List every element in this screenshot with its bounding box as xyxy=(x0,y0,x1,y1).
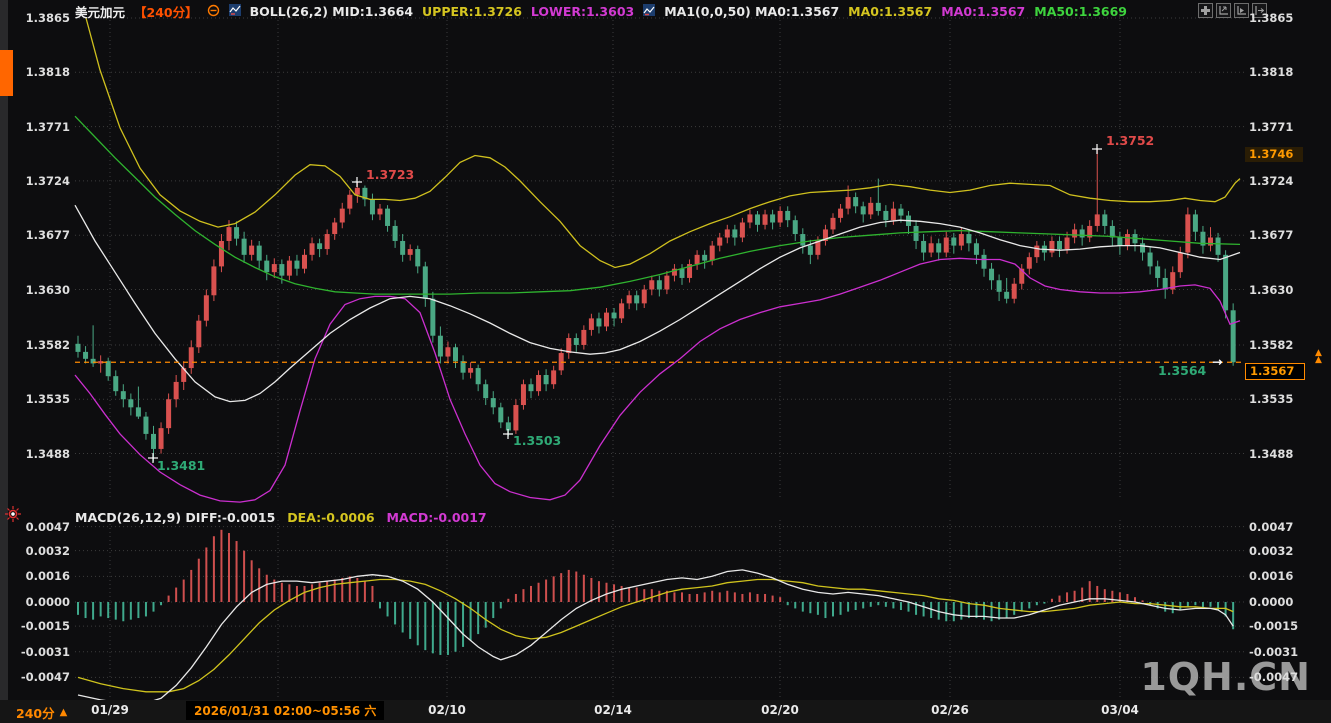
price-axis-label-right: 1.3582 xyxy=(1249,338,1293,352)
macd-axis-label-left: 0.0000 xyxy=(6,595,70,609)
boll-indicator-icon[interactable] xyxy=(229,4,241,19)
macd-axis-label-right: -0.0047 xyxy=(1249,670,1298,684)
fit-axes-icon[interactable] xyxy=(1216,3,1231,18)
macd-axis-label-right: 0.0047 xyxy=(1249,520,1293,534)
futures-trading-chart-app: 美元加元 【240分】 BOLL(26,2) MID:1.3664 UPPER:… xyxy=(0,0,1331,723)
price-axis-label-right: 1.3818 xyxy=(1249,65,1293,79)
crosshair-date-tooltip: 2026/01/31 02:00~05:56 六 xyxy=(186,701,384,720)
symbol-name: 美元加元 xyxy=(75,2,125,21)
playback-icon[interactable] xyxy=(1234,3,1249,18)
boll-lower-value: LOWER:1.3603 xyxy=(531,4,634,19)
ma-main-values: MA1(0,0,50) MA0:1.3567 xyxy=(664,4,839,19)
ma0-yellow-value: MA0:1.3567 xyxy=(848,4,932,19)
macd-axis-label-right: 0.0000 xyxy=(1249,595,1293,609)
price-axis-label-left: 1.3865 xyxy=(6,11,70,25)
scroll-to-latest-icon[interactable]: ▲▲ xyxy=(1315,350,1322,364)
macd-axis-label-left: -0.0015 xyxy=(6,619,70,633)
timeframe-status[interactable]: 240分 ▲ xyxy=(16,703,67,722)
price-axis-label-left: 1.3818 xyxy=(6,65,70,79)
boll-upper-value: UPPER:1.3726 xyxy=(422,4,522,19)
price-axis-label-left: 1.3771 xyxy=(6,120,70,134)
date-axis-label: 03/04 xyxy=(1090,703,1150,717)
price-axis-label-left: 1.3677 xyxy=(6,228,70,242)
price-axis-label-left: 1.3582 xyxy=(6,338,70,352)
date-axis-label: 02/20 xyxy=(750,703,810,717)
chart-annotation: 1.3752 xyxy=(1106,134,1154,148)
trend-up-arrow-icon: ▲ xyxy=(60,707,68,718)
date-axis-label: 01/29 xyxy=(80,703,140,717)
macd-value: MACD:-0.0017 xyxy=(387,510,487,525)
timeframe-label: 240分 xyxy=(16,703,55,722)
chart-annotation: → xyxy=(1212,355,1222,369)
chart-annotation: 1.3564 xyxy=(1158,364,1206,378)
move-layout-icon[interactable] xyxy=(1198,3,1213,18)
last-price-tag: 1.3567 xyxy=(1245,363,1305,380)
price-axis-label-right: 1.3677 xyxy=(1249,228,1293,242)
period-label[interactable]: 【240分】 xyxy=(134,2,198,21)
price-axis-label-left: 1.3630 xyxy=(6,283,70,297)
price-axis-label-right: 1.3865 xyxy=(1249,11,1293,25)
date-axis-label: 02/10 xyxy=(417,703,477,717)
price-axis-label-left: 1.3724 xyxy=(6,174,70,188)
macd-axis-label-right: 0.0032 xyxy=(1249,544,1293,558)
macd-indicator-header: MACD(26,12,9) DIFF:-0.0015 DEA:-0.0006 M… xyxy=(75,510,487,525)
price-axis-label-right: 1.3630 xyxy=(1249,283,1293,297)
price-indicator-header: 美元加元 【240分】 BOLL(26,2) MID:1.3664 UPPER:… xyxy=(75,3,1127,20)
macd-axis-label-left: 0.0016 xyxy=(6,569,70,583)
boll-values: BOLL(26,2) MID:1.3664 xyxy=(250,4,413,19)
macd-axis-label-right: -0.0031 xyxy=(1249,645,1298,659)
chart-annotation: 1.3481 xyxy=(157,459,205,473)
ma50-value: MA50:1.3669 xyxy=(1034,4,1127,19)
price-axis-label-right: 1.3724 xyxy=(1249,174,1293,188)
price-axis-label-left: 1.3535 xyxy=(6,392,70,406)
price-axis-label-right: 1.3771 xyxy=(1249,120,1293,134)
price-axis-label-right: 1.3535 xyxy=(1249,392,1293,406)
ma0-magenta-value: MA0:1.3567 xyxy=(941,4,1025,19)
date-axis-label: 02/26 xyxy=(920,703,980,717)
macd-main-values: MACD(26,12,9) DIFF:-0.0015 xyxy=(75,510,275,525)
chart-annotation: 1.3723 xyxy=(366,168,414,182)
macd-axis-label-left: 0.0032 xyxy=(6,544,70,558)
chart-annotation: 1.3503 xyxy=(513,434,561,448)
price-axis-label-left: 1.3488 xyxy=(6,447,70,461)
macd-dea-value: DEA:-0.0006 xyxy=(287,510,374,525)
price-axis-label-right: 1.3488 xyxy=(1249,447,1293,461)
macd-axis-label-left: -0.0047 xyxy=(6,670,70,684)
session-high-price-tag: 1.3746 xyxy=(1245,147,1303,162)
macd-axis-label-left: -0.0031 xyxy=(6,645,70,659)
date-axis-label: 02/14 xyxy=(583,703,643,717)
macd-axis-label-right: 0.0016 xyxy=(1249,569,1293,583)
settings-icon[interactable] xyxy=(207,4,220,20)
macd-axis-label-left: 0.0047 xyxy=(6,520,70,534)
left-rail xyxy=(0,0,8,723)
chart-canvas[interactable] xyxy=(0,0,1331,723)
ma-indicator-icon[interactable] xyxy=(643,4,655,19)
macd-axis-label-right: -0.0015 xyxy=(1249,619,1298,633)
